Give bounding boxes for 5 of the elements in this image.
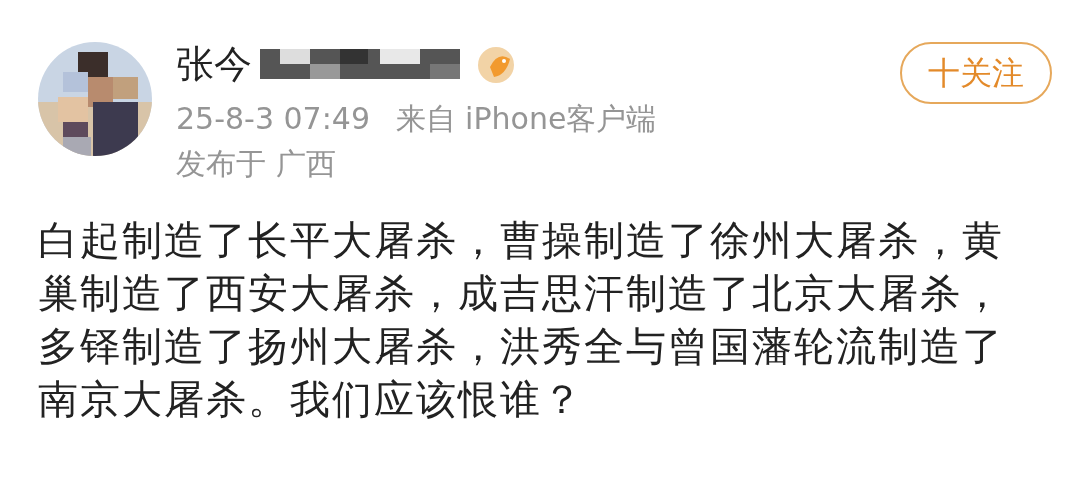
post-time: 25-8-3 07:49 [176,100,370,136]
post-source: 来自 iPhone客户端 [395,100,657,136]
author-name[interactable]: 张今 [176,42,252,88]
post-text: 白起制造了长平大屠杀，曹操制造了徐州大屠杀，黄巢制造了西安大屠杀，成吉思汗制造了北京大屠杀，多铎制造了扬州大屠杀，洪秀全与曾国藩轮流制造了南京大屠杀。我们应该恨谁？ [38,215,1005,424]
post-location: 发布于 广西 [176,145,336,181]
